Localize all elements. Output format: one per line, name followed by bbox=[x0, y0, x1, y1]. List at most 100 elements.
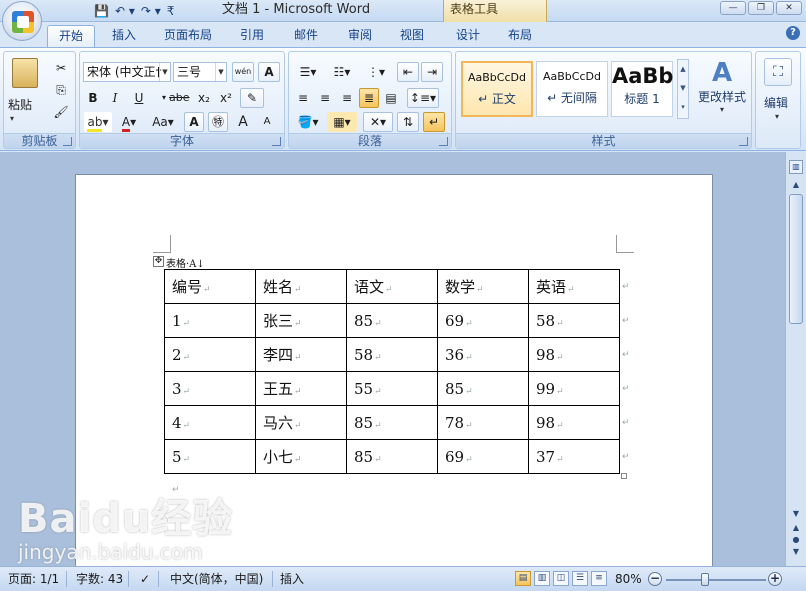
editing-button[interactable]: 编辑 bbox=[764, 94, 788, 111]
table-cell[interactable]: 58↵ bbox=[528, 303, 620, 338]
tab-home[interactable]: 开始 bbox=[47, 25, 95, 47]
paste-button[interactable]: 粘贴 bbox=[8, 96, 32, 113]
clipboard-launcher-icon[interactable] bbox=[63, 137, 72, 146]
italic-button[interactable]: I bbox=[106, 88, 124, 108]
style-heading-1[interactable]: AaBb 标题 1 bbox=[611, 61, 673, 117]
zoom-slider[interactable] bbox=[666, 579, 766, 581]
align-left-icon[interactable]: ≡ bbox=[293, 88, 313, 108]
page-indicator[interactable]: 页面: 1/1 bbox=[4, 570, 63, 588]
cut-icon[interactable]: ✂ bbox=[52, 58, 70, 78]
table-cell[interactable]: 99↵ bbox=[528, 371, 620, 406]
numbering-button[interactable]: ☷▾ bbox=[327, 62, 357, 82]
paste-icon[interactable] bbox=[12, 58, 38, 88]
previous-page-icon[interactable]: ▲ bbox=[789, 522, 803, 534]
table-cell[interactable]: 2↵ bbox=[164, 337, 256, 372]
subscript-button[interactable]: x₂ bbox=[194, 88, 214, 108]
undo-icon[interactable]: ↶ ▾ bbox=[115, 4, 135, 18]
enclose-characters-button[interactable]: ㊕ bbox=[208, 112, 228, 132]
justify-icon[interactable]: ≣ bbox=[359, 88, 379, 108]
align-right-icon[interactable]: ≡ bbox=[337, 88, 357, 108]
line-spacing-button[interactable]: ↕≡▾ bbox=[407, 88, 439, 108]
table-cell[interactable]: 张三↵ bbox=[255, 303, 347, 338]
table-header-cell[interactable]: 姓名↵ bbox=[255, 269, 347, 304]
language-indicator[interactable]: 中文(简体，中国) bbox=[166, 570, 267, 588]
tab-insert[interactable]: 插入 bbox=[104, 25, 144, 47]
styles-scroll[interactable]: ▲ ▼ ▾ bbox=[677, 59, 689, 119]
tab-references[interactable]: 引用 bbox=[232, 25, 272, 47]
table-resize-handle[interactable] bbox=[621, 473, 627, 479]
table-cell[interactable]: 69↵ bbox=[437, 303, 529, 338]
table-cell[interactable]: 58↵ bbox=[346, 337, 438, 372]
insert-mode[interactable]: 插入 bbox=[276, 570, 308, 588]
table-cell[interactable]: 69↵ bbox=[437, 439, 529, 474]
table-cell[interactable]: 55↵ bbox=[346, 371, 438, 406]
character-border-button[interactable]: A bbox=[258, 62, 280, 82]
align-center-icon[interactable]: ≡ bbox=[315, 88, 335, 108]
change-styles-button[interactable]: A 更改样式 ▾ bbox=[696, 58, 748, 128]
close-button[interactable]: ✕ bbox=[776, 1, 802, 15]
table-cell[interactable]: 85↵ bbox=[346, 303, 438, 338]
data-table[interactable]: 编号↵ 姓名↵ 语文↵ 数学↵ 英语↵ 1↵ 张三↵ 85↵ 69↵ 58↵ 2↵ 李四↵ 58↵ 36↵… bbox=[164, 269, 620, 474]
multilevel-list-button[interactable]: ⋮▾ bbox=[361, 62, 391, 82]
office-button[interactable] bbox=[2, 1, 42, 41]
next-page-icon[interactable]: ▼ bbox=[789, 546, 803, 558]
table-cell[interactable]: 马六↵ bbox=[255, 405, 347, 440]
distributed-icon[interactable]: ▤ bbox=[381, 88, 401, 108]
tab-page-layout[interactable]: 页面布局 bbox=[156, 25, 220, 47]
vertical-scrollbar[interactable]: ▥ ▲ ▼ ▲ ● ▼ bbox=[785, 152, 806, 566]
bullets-button[interactable]: ☰▾ bbox=[293, 62, 323, 82]
table-header-cell[interactable]: 语文↵ bbox=[346, 269, 438, 304]
grow-font-button[interactable]: A bbox=[232, 112, 254, 132]
font-color-button[interactable]: A▾ bbox=[116, 112, 142, 132]
view-ruler-icon[interactable]: ▥ bbox=[789, 160, 803, 174]
highlight-color-button[interactable]: ab▾ bbox=[84, 112, 112, 132]
save-icon[interactable]: 💾 bbox=[94, 4, 109, 18]
table-cell[interactable]: 李四↵ bbox=[255, 337, 347, 372]
word-count[interactable]: 字数: 43 bbox=[72, 570, 127, 588]
table-header-cell[interactable]: 数学↵ bbox=[437, 269, 529, 304]
tab-view[interactable]: 视图 bbox=[392, 25, 432, 47]
table-cell[interactable]: 85↵ bbox=[346, 405, 438, 440]
character-shading-button[interactable]: A bbox=[184, 112, 204, 132]
superscript-button[interactable]: x² bbox=[216, 88, 236, 108]
zoom-in-icon[interactable]: + bbox=[768, 572, 782, 586]
table-cell[interactable]: 85↵ bbox=[346, 439, 438, 474]
binoculars-icon[interactable]: ⛶ bbox=[764, 58, 792, 86]
show-marks-icon[interactable]: ↵ bbox=[423, 112, 445, 132]
tab-mailings[interactable]: 邮件 bbox=[286, 25, 326, 47]
restore-button[interactable]: ❐ bbox=[748, 1, 774, 15]
chinese-layout-button[interactable]: ✕▾ bbox=[363, 112, 393, 132]
tab-review[interactable]: 审阅 bbox=[340, 25, 380, 47]
chevron-down-icon[interactable]: ▼ bbox=[215, 63, 226, 81]
paste-dropdown-icon[interactable]: ▾ bbox=[10, 114, 14, 123]
table-cell[interactable]: 5↵ bbox=[164, 439, 256, 474]
shrink-font-button[interactable]: A bbox=[256, 112, 278, 132]
web-layout-icon[interactable]: ◫ bbox=[553, 571, 569, 586]
browse-object-icon[interactable]: ● bbox=[789, 534, 803, 546]
editing-dropdown-icon[interactable]: ▾ bbox=[775, 112, 779, 121]
font-launcher-icon[interactable] bbox=[272, 137, 281, 146]
table-cell[interactable]: 98↵ bbox=[528, 405, 620, 440]
customize-qat-icon[interactable]: ₹ bbox=[167, 4, 175, 18]
proofing-icon[interactable]: ✓ bbox=[136, 570, 154, 588]
font-name-combo[interactable]: 宋体 (中文正† ▼ bbox=[83, 62, 171, 82]
table-cell[interactable]: 98↵ bbox=[528, 337, 620, 372]
table-cell[interactable]: 王五↵ bbox=[255, 371, 347, 406]
clear-formatting-icon[interactable]: ✎ bbox=[240, 88, 264, 108]
tab-design[interactable]: 设计 bbox=[448, 25, 488, 47]
table-cell[interactable]: 小七↵ bbox=[255, 439, 347, 474]
table-cell[interactable]: 4↵ bbox=[164, 405, 256, 440]
style-no-spacing[interactable]: AaBbCcDd ↵ 无间隔 bbox=[536, 61, 608, 117]
table-cell[interactable]: 78↵ bbox=[437, 405, 529, 440]
copy-icon[interactable]: ⎘ bbox=[52, 80, 70, 100]
change-case-button[interactable]: Aa▾ bbox=[148, 112, 178, 132]
table-cell[interactable]: 37↵ bbox=[528, 439, 620, 474]
strikethrough-button[interactable]: abe bbox=[168, 88, 190, 108]
table-cell[interactable]: 1↵ bbox=[164, 303, 256, 338]
help-icon[interactable]: ? bbox=[786, 26, 800, 40]
decrease-indent-icon[interactable]: ⇤ bbox=[397, 62, 419, 82]
minimize-button[interactable]: — bbox=[720, 1, 746, 15]
increase-indent-icon[interactable]: ⇥ bbox=[421, 62, 443, 82]
full-screen-reading-icon[interactable]: ▥ bbox=[534, 571, 550, 586]
zoom-level[interactable]: 80% bbox=[611, 570, 646, 588]
